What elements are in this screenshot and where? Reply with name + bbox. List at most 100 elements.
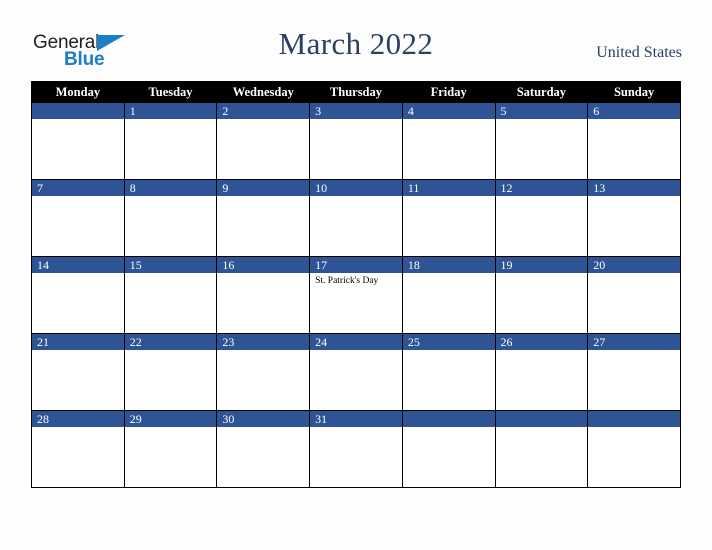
calendar-day-cell[interactable]: 13 <box>587 179 681 257</box>
calendar-day-cell[interactable]: 1 <box>123 102 218 180</box>
calendar-day-cell[interactable]: 25 <box>401 333 496 411</box>
page-header: General Blue March 2022 United States <box>0 0 712 80</box>
day-cell-inner: 6 <box>588 103 680 179</box>
day-cell-inner: 28 <box>32 411 124 487</box>
day-number: 18 <box>402 257 495 273</box>
day-number: 20 <box>588 257 680 273</box>
calendar-day-cell[interactable]: 4 <box>401 102 496 180</box>
day-cell-inner <box>32 103 124 179</box>
weekday-header-row: Monday Tuesday Wednesday Thursday Friday… <box>31 81 681 103</box>
day-number <box>495 411 588 427</box>
calendar-day-cell[interactable]: 19 <box>494 256 589 334</box>
calendar-day-cell[interactable]: 22 <box>123 333 218 411</box>
day-events <box>588 427 680 487</box>
day-number: 23 <box>217 334 310 350</box>
calendar-day-cell[interactable]: 7 <box>31 179 125 257</box>
calendar-day-cell[interactable]: 5 <box>494 102 589 180</box>
calendar-day-cell[interactable] <box>587 410 681 488</box>
day-number <box>32 103 124 119</box>
calendar-day-cell[interactable]: 11 <box>401 179 496 257</box>
calendar-day-cell[interactable]: 31 <box>309 410 403 488</box>
day-cell-inner: 2 <box>217 103 310 179</box>
weekday-header-friday: Friday <box>401 81 496 103</box>
day-events <box>403 427 495 487</box>
calendar-day-cell[interactable]: 17 St. Patrick's Day <box>309 256 403 334</box>
day-cell-inner: 13 <box>588 180 680 256</box>
calendar-day-cell[interactable]: 23 <box>216 333 311 411</box>
calendar-day-cell[interactable]: 8 <box>123 179 218 257</box>
day-number: 3 <box>310 103 402 119</box>
day-cell-inner: 8 <box>124 180 217 256</box>
day-cell-inner: 25 <box>402 334 495 410</box>
day-number: 19 <box>495 257 588 273</box>
calendar-day-cell[interactable]: 20 <box>587 256 681 334</box>
day-cell-inner: 10 <box>310 180 402 256</box>
calendar-week-row: 28 29 30 31 <box>31 410 681 488</box>
day-cell-inner: 12 <box>495 180 588 256</box>
day-number <box>588 411 680 427</box>
weekday-header-wednesday: Wednesday <box>216 81 311 103</box>
day-number: 14 <box>32 257 124 273</box>
calendar-day-cell[interactable]: 26 <box>494 333 589 411</box>
calendar-day-cell[interactable]: 15 <box>123 256 218 334</box>
day-cell-inner: 23 <box>217 334 310 410</box>
calendar-day-cell[interactable]: 10 <box>309 179 403 257</box>
calendar-week-row: 21 22 23 24 25 26 27 <box>31 333 681 411</box>
calendar-week-row: 14 15 16 17 St. Patrick's Day 18 19 20 <box>31 256 681 334</box>
day-events <box>125 427 217 487</box>
day-cell-inner <box>588 411 680 487</box>
calendar-day-cell[interactable]: 30 <box>216 410 311 488</box>
day-cell-inner <box>495 411 588 487</box>
calendar-day-cell[interactable] <box>494 410 589 488</box>
day-events <box>310 119 402 179</box>
calendar-day-cell[interactable]: 9 <box>216 179 311 257</box>
calendar-day-cell[interactable]: 18 <box>401 256 496 334</box>
day-cell-inner: 5 <box>495 103 588 179</box>
day-cell-inner: 11 <box>402 180 495 256</box>
day-cell-inner <box>402 411 495 487</box>
day-cell-inner: 20 <box>588 257 680 333</box>
calendar-day-cell[interactable]: 28 <box>31 410 125 488</box>
weekday-header-thursday: Thursday <box>309 81 403 103</box>
holiday-label: St. Patrick's Day <box>315 276 379 286</box>
calendar-day-cell[interactable] <box>31 102 125 180</box>
day-cell-inner: 21 <box>32 334 124 410</box>
day-events <box>496 119 588 179</box>
day-cell-inner: 26 <box>495 334 588 410</box>
day-events <box>125 350 217 410</box>
day-cell-inner: 24 <box>310 334 402 410</box>
day-events <box>125 273 217 333</box>
weekday-header-monday: Monday <box>31 81 125 103</box>
day-events <box>217 350 309 410</box>
day-cell-inner: 22 <box>124 334 217 410</box>
calendar-day-cell[interactable]: 21 <box>31 333 125 411</box>
calendar-day-cell[interactable]: 6 <box>587 102 681 180</box>
day-events <box>403 273 495 333</box>
calendar-day-cell[interactable]: 14 <box>31 256 125 334</box>
day-number: 30 <box>217 411 310 427</box>
calendar-day-cell[interactable]: 27 <box>587 333 681 411</box>
day-number: 2 <box>217 103 310 119</box>
day-number: 6 <box>588 103 680 119</box>
calendar-day-cell[interactable] <box>401 410 496 488</box>
calendar-day-cell[interactable]: 3 <box>309 102 403 180</box>
calendar-day-cell[interactable]: 2 <box>216 102 311 180</box>
calendar-day-cell[interactable]: 12 <box>494 179 589 257</box>
day-cell-inner: 31 <box>310 411 402 487</box>
day-number: 27 <box>588 334 680 350</box>
day-number: 9 <box>217 180 310 196</box>
weekday-header-saturday: Saturday <box>494 81 589 103</box>
day-number: 28 <box>32 411 124 427</box>
calendar-day-cell[interactable]: 16 <box>216 256 311 334</box>
calendar-week-row: 7 8 9 10 11 12 13 <box>31 179 681 257</box>
calendar-day-cell[interactable]: 29 <box>123 410 218 488</box>
day-events: St. Patrick's Day <box>310 273 402 333</box>
calendar-day-cell[interactable]: 24 <box>309 333 403 411</box>
day-events <box>217 119 309 179</box>
day-events <box>403 119 495 179</box>
weekday-header-sunday: Sunday <box>587 81 681 103</box>
day-cell-inner: 1 <box>124 103 217 179</box>
country-label: United States <box>596 44 682 61</box>
day-number: 1 <box>124 103 217 119</box>
day-number: 31 <box>310 411 402 427</box>
